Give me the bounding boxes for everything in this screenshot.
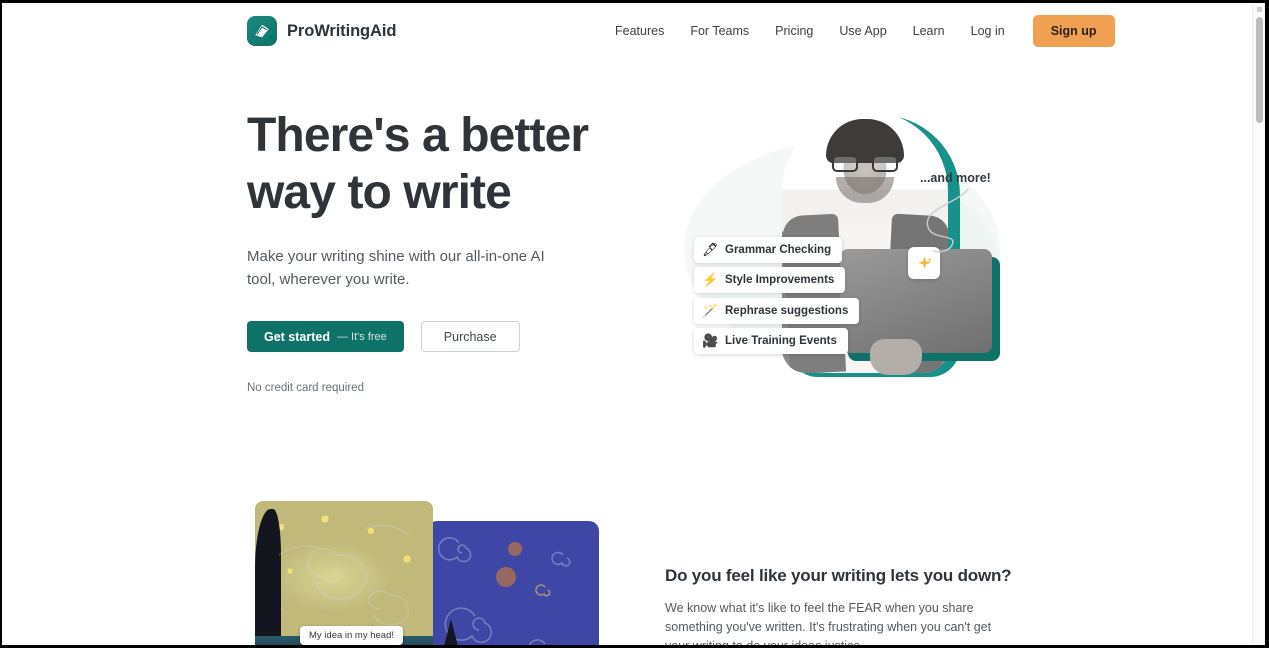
person-hand <box>870 339 922 375</box>
main-navigation: Features For Teams Pricing Use App Learn… <box>602 3 1115 59</box>
hero-subtitle: Make your writing shine with our all-in-… <box>247 248 545 288</box>
feature-pill-label: Grammar Checking <box>725 244 832 256</box>
feature-pill-grammar-checking[interactable]: 🖋 Grammar Checking <box>694 237 843 263</box>
nav-item-features[interactable]: Features <box>602 18 677 44</box>
dream-vs-reality-illustration: My idea in my head! <box>247 493 599 645</box>
feature-pill-label: Live Training Events <box>725 335 837 347</box>
scrollbar-up-marker[interactable] <box>1257 7 1262 12</box>
video-camera-icon: 🎥 <box>702 333 719 348</box>
nav-item-pricing[interactable]: Pricing <box>762 18 826 44</box>
person-beard <box>836 177 894 203</box>
page-scrollbar[interactable] <box>1252 3 1265 645</box>
feature-pill-label: Style Improvements <box>725 274 835 286</box>
brand-logo[interactable]: ProWritingAid <box>247 16 396 46</box>
get-started-suffix: — It's free <box>337 330 387 343</box>
feature-pill-rephrase-suggestions[interactable]: 🪄 Rephrase suggestions <box>694 298 860 324</box>
page-title: There's a better way to write <box>247 107 607 221</box>
book-logo-icon <box>247 16 277 46</box>
get-started-label: Get started <box>264 329 330 344</box>
page-content: ProWritingAid Features For Teams Pricing… <box>2 3 1252 645</box>
nav-item-use-app[interactable]: Use App <box>826 18 899 44</box>
nav-item-log-in[interactable]: Log in <box>958 18 1018 44</box>
hero-title-line-1: There's a better <box>247 109 589 162</box>
get-started-button[interactable]: Get started — It's free <box>247 321 404 352</box>
sign-up-button[interactable]: Sign up <box>1032 15 1115 47</box>
and-more-label: ...and more! <box>920 171 991 185</box>
hero-section: There's a better way to write Make your … <box>247 107 607 394</box>
lower-section-title: Do you feel like your writing lets you d… <box>665 566 1012 585</box>
nav-item-learn[interactable]: Learn <box>900 18 958 44</box>
glasses-icon <box>832 155 898 172</box>
hero-title-line-2: way to write <box>247 166 512 219</box>
site-header: ProWritingAid Features For Teams Pricing… <box>2 3 1252 59</box>
hero-illustration: ...and more! 🖋 Grammar Checking ⚡ Style … <box>662 103 1022 393</box>
feature-pill-live-training-events[interactable]: 🎥 Live Training Events <box>694 328 848 354</box>
dream-caption: My idea in my head! <box>300 626 404 645</box>
dream-card-starry-night: My idea in my head! <box>255 501 433 645</box>
scrollbar-thumb[interactable] <box>1256 17 1263 123</box>
browser-viewport: ProWritingAid Features For Teams Pricing… <box>2 3 1265 645</box>
feather-pen-icon: 🖋 <box>702 242 719 257</box>
magic-wand-icon: 🪄 <box>702 303 719 318</box>
no-credit-card-note: No credit card required <box>247 382 364 394</box>
hero-cta-group: Get started — It's free Purchase <box>247 321 607 352</box>
brand-name: ProWritingAid <box>287 21 397 40</box>
feature-pill-label: Rephrase suggestions <box>725 305 849 317</box>
lower-section-body: We know what it's like to feel the FEAR … <box>665 601 992 645</box>
curly-arrow-icon <box>926 188 969 253</box>
lower-section: Do you feel like your writing lets you d… <box>665 566 1015 645</box>
feature-pill-style-improvements[interactable]: ⚡ Style Improvements <box>694 267 846 293</box>
lightning-bolt-icon: ⚡ <box>702 272 719 287</box>
purchase-button[interactable]: Purchase <box>420 321 520 352</box>
nav-item-for-teams[interactable]: For Teams <box>677 18 762 44</box>
reality-card <box>427 521 599 645</box>
